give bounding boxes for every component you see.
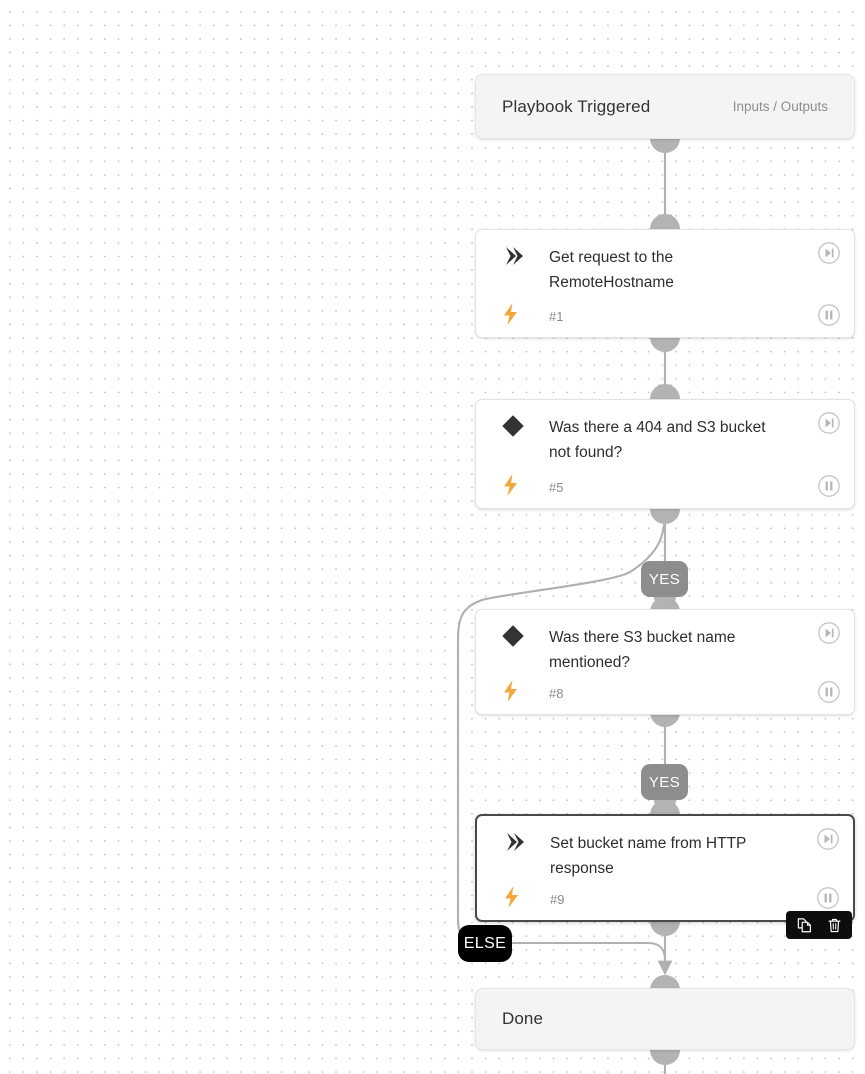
handle-step5-top[interactable] [650, 384, 680, 399]
node-action-toolbar[interactable] [786, 911, 852, 939]
step-9-title: Set bucket name from HTTP response [550, 835, 747, 877]
handle-step1-bottom[interactable] [650, 337, 680, 352]
decision-diamond-icon [500, 623, 528, 649]
decision-diamond-icon [500, 413, 528, 439]
start-node-title: Playbook Triggered [502, 96, 651, 116]
step-5-title: Was there a 404 and S3 bucket not found? [549, 419, 766, 461]
node-step-5[interactable]: Was there a 404 and S3 bucket not found?… [475, 399, 855, 509]
node-step-8[interactable]: Was there S3 bucket name mentioned? #8 [475, 609, 855, 715]
step-5-number: #5 [549, 480, 564, 495]
node-done[interactable]: Done [475, 988, 855, 1050]
handle-yes1-bottom [654, 597, 676, 608]
branch-label-else[interactable]: ELSE [458, 925, 512, 962]
play-chevron-icon [501, 829, 529, 855]
pause-icon[interactable] [817, 303, 841, 327]
handle-step5-bottom[interactable] [650, 509, 680, 524]
pause-icon[interactable] [817, 474, 841, 498]
step-8-number: #8 [549, 686, 564, 701]
handle-step1-top[interactable] [650, 214, 680, 229]
branch-label-yes-1-text: YES [648, 570, 681, 588]
node-playbook-triggered[interactable]: Playbook Triggered Inputs / Outputs [475, 74, 855, 139]
trash-icon[interactable] [825, 916, 843, 934]
duplicate-icon[interactable] [795, 916, 813, 934]
pause-icon[interactable] [817, 680, 841, 704]
handle-yes2-bottom [654, 800, 676, 811]
branch-label-yes-2-text: YES [648, 773, 681, 791]
handle-done-bottom[interactable] [650, 1050, 680, 1065]
lightning-bolt-icon [500, 473, 528, 497]
node-step-1[interactable]: Get request to the RemoteHostname #1 [475, 229, 855, 338]
branch-label-yes-2[interactable]: YES [641, 764, 688, 800]
handle-step9-bottom[interactable] [650, 921, 680, 936]
step-1-title: Get request to the RemoteHostname [549, 249, 674, 291]
step-1-number: #1 [549, 309, 564, 324]
inputs-outputs-link[interactable]: Inputs / Outputs [733, 99, 828, 114]
lightning-bolt-icon [500, 679, 528, 703]
pause-icon[interactable] [816, 886, 840, 910]
branch-label-else-text: ELSE [463, 934, 507, 952]
playbook-canvas[interactable]: Playbook Triggered Inputs / Outputs Get … [0, 0, 865, 1074]
step-9-number: #9 [550, 892, 565, 907]
handle-start-bottom[interactable] [650, 138, 680, 153]
branch-label-yes-1[interactable]: YES [641, 561, 688, 597]
lightning-bolt-icon [500, 302, 528, 326]
node-step-9[interactable]: Set bucket name from HTTP response #9 [475, 814, 855, 922]
step-forward-icon[interactable] [817, 621, 841, 645]
done-node-title: Done [502, 1009, 544, 1028]
step-forward-icon[interactable] [817, 411, 841, 435]
handle-step9-top[interactable] [650, 800, 680, 815]
lightning-bolt-icon [501, 885, 529, 909]
play-chevron-icon [500, 243, 528, 269]
step-forward-icon[interactable] [816, 827, 840, 851]
step-8-title: Was there S3 bucket name mentioned? [549, 629, 736, 671]
edge-else-to-done [512, 941, 667, 961]
step-forward-icon[interactable] [817, 241, 841, 265]
